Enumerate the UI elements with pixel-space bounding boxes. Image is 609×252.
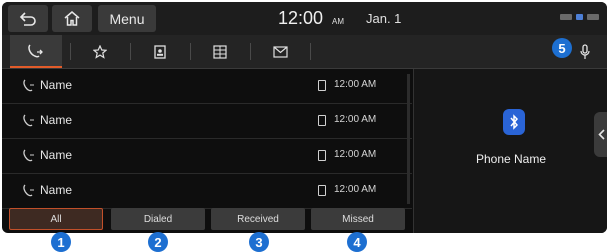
call-filter-bar: All Dialed Received Missed: [2, 207, 412, 233]
dial-pad-icon: [213, 44, 227, 59]
message-icon: [272, 45, 288, 58]
tab-divider: [190, 43, 191, 60]
callout-badge-1: 1: [51, 232, 71, 252]
call-icon: [23, 114, 34, 127]
clock-time: 12:00: [278, 8, 324, 28]
call-icon: [23, 79, 34, 92]
tab-contacts[interactable]: [134, 35, 186, 68]
call-history-list: Name 12:00 AM Name 12:00 AM Name 12:00 A…: [2, 69, 412, 209]
contact-name: Name: [40, 148, 73, 162]
connected-device-panel: Phone Name: [413, 69, 607, 233]
callout-badge-2: 2: [148, 232, 168, 252]
call-icon: [23, 149, 34, 162]
callout-badge-5: 5: [552, 38, 572, 58]
bluetooth-icon: [503, 109, 525, 135]
contact-name: Name: [40, 183, 73, 197]
status-icons: [560, 14, 599, 20]
menu-button[interactable]: Menu: [98, 5, 156, 32]
call-icon: [23, 184, 34, 197]
tab-favorites[interactable]: [74, 35, 126, 68]
callout-badge-3: 3: [249, 232, 269, 252]
tab-messages[interactable]: [254, 35, 306, 68]
mobile-phone-icon: [318, 185, 326, 196]
phone-name: Phone Name: [475, 152, 547, 166]
side-panel-handle[interactable]: [594, 112, 607, 157]
tab-call-history[interactable]: [10, 35, 62, 68]
voice-search-button[interactable]: [574, 41, 596, 63]
battery-icon: [560, 14, 572, 20]
list-item[interactable]: Name 12:00 AM: [2, 69, 412, 104]
tab-dial-pad[interactable]: [194, 35, 246, 68]
contact-name: Name: [40, 113, 73, 127]
call-time: 12:00 AM: [334, 79, 377, 90]
back-button[interactable]: [8, 5, 48, 32]
call-time: 12:00 AM: [334, 114, 377, 125]
bluetooth-status-icon: [576, 14, 583, 20]
callout-badge-4: 4: [347, 232, 367, 252]
list-item[interactable]: Name 12:00 AM: [2, 174, 412, 209]
status-bar: Menu 12:00 AM Jan. 1: [2, 2, 607, 35]
tab-divider: [250, 43, 251, 60]
call-history-icon: [28, 43, 43, 57]
home-icon: [64, 11, 80, 26]
chevron-left-icon: [597, 129, 605, 140]
favorites-icon: [93, 44, 107, 59]
mobile-phone-icon: [318, 80, 326, 91]
tab-divider: [130, 43, 131, 60]
filter-received-button[interactable]: Received: [211, 208, 305, 230]
mobile-phone-icon: [318, 115, 326, 126]
contacts-icon: [154, 44, 166, 59]
filter-dialed-button[interactable]: Dialed: [111, 208, 205, 230]
filter-missed-button[interactable]: Missed: [311, 208, 405, 230]
list-item[interactable]: Name 12:00 AM: [2, 104, 412, 139]
back-icon: [19, 11, 36, 26]
signal-icon: [587, 14, 599, 20]
filter-all-button[interactable]: All: [9, 208, 103, 230]
clock-ampm: AM: [332, 17, 344, 26]
mobile-phone-icon: [318, 150, 326, 161]
list-scrollbar[interactable]: [407, 74, 410, 204]
tab-divider: [310, 43, 311, 60]
microphone-icon: [580, 44, 590, 59]
tab-bar: [2, 35, 607, 69]
contact-name: Name: [40, 78, 73, 92]
list-item[interactable]: Name 12:00 AM: [2, 139, 412, 174]
call-time: 12:00 AM: [334, 184, 377, 195]
screen-frame: Menu 12:00 AM Jan. 1 Name 12:00 AM Name …: [2, 2, 607, 233]
home-button[interactable]: [52, 5, 92, 32]
tab-divider: [70, 43, 71, 60]
clock-date: Jan. 1: [366, 11, 402, 26]
call-time: 12:00 AM: [334, 149, 377, 160]
